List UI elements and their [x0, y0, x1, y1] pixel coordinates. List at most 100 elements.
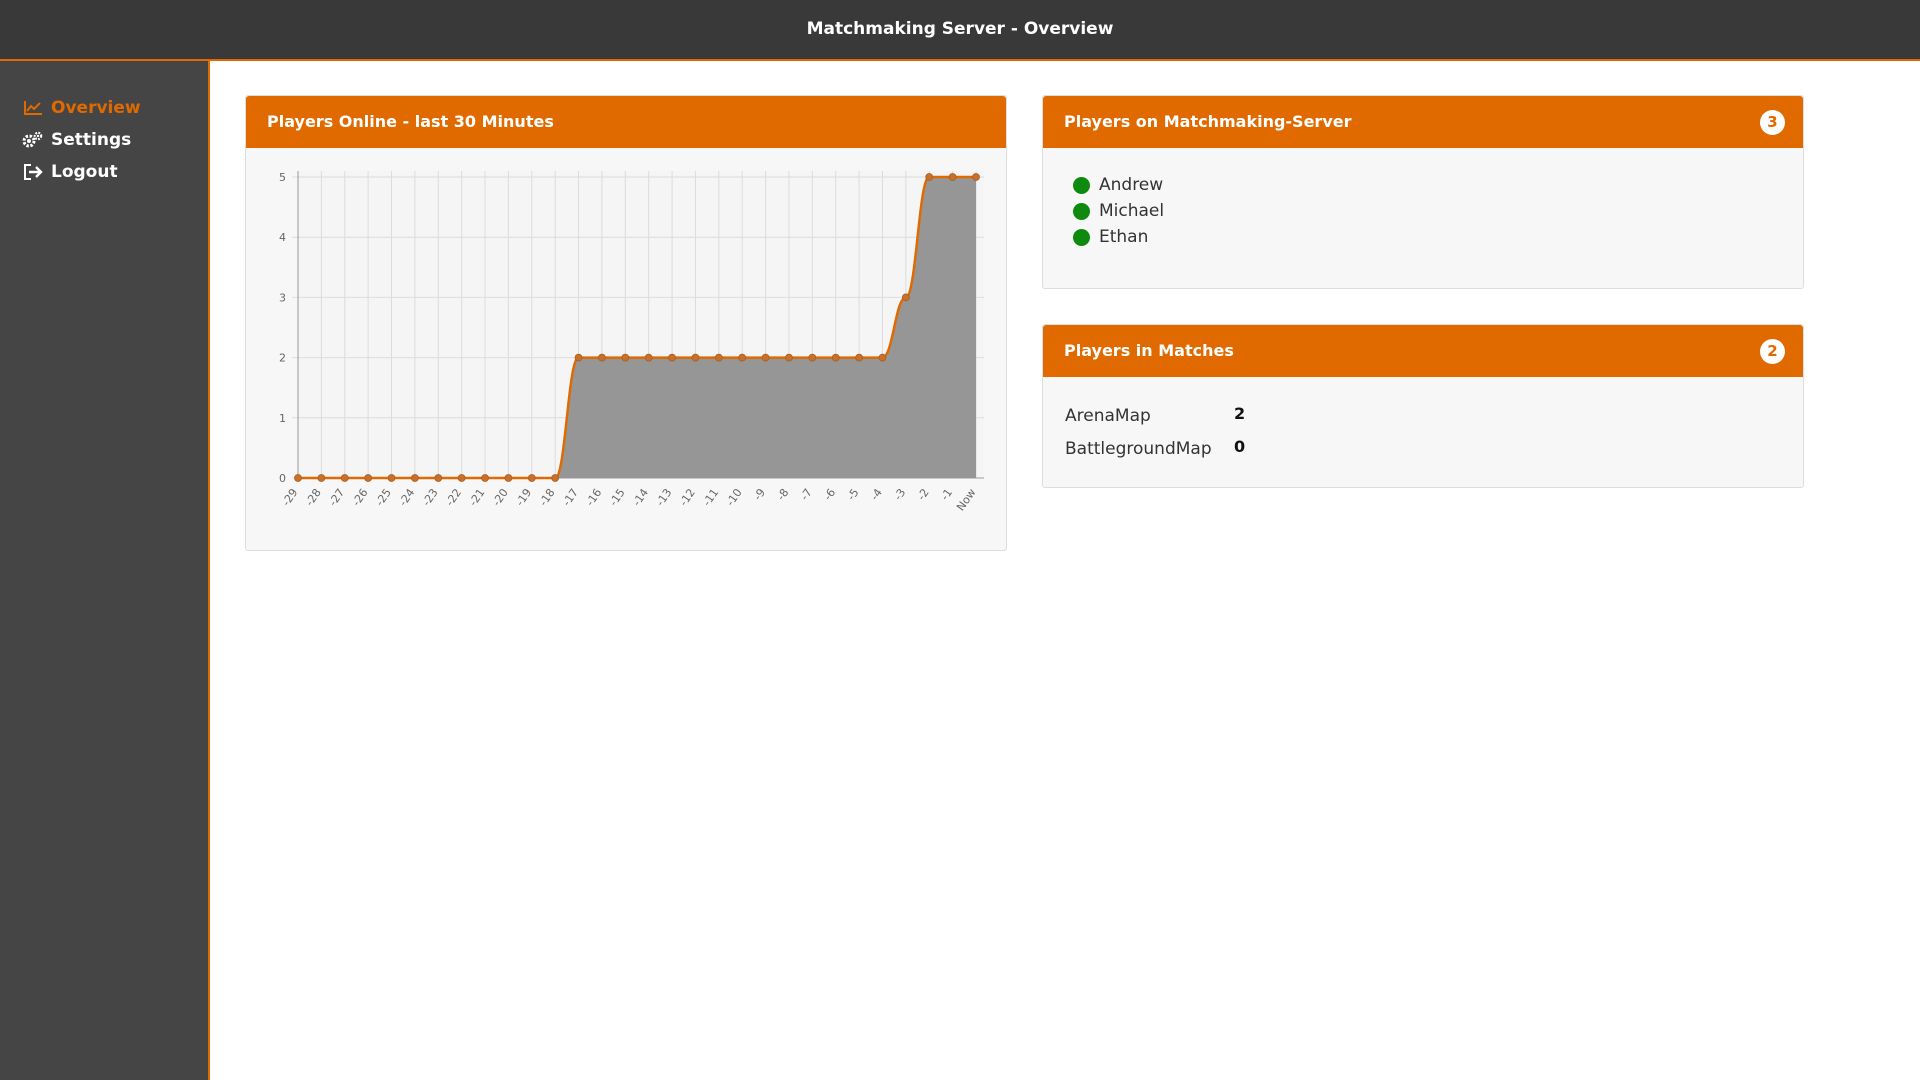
x-tick-label: -10	[724, 486, 745, 508]
online-status-icon	[1073, 202, 1090, 220]
data-point	[527, 474, 536, 482]
x-tick-label: -21	[467, 486, 488, 508]
data-point	[481, 474, 489, 482]
data-point	[387, 474, 396, 482]
data-point	[714, 353, 723, 362]
x-tick-label: -20	[490, 486, 511, 508]
x-tick-label: -14	[630, 486, 651, 508]
sidebar-item-logout[interactable]: Logout	[22, 159, 118, 185]
data-point	[691, 353, 700, 362]
y-tick-label: 0	[279, 472, 286, 485]
data-point	[364, 474, 373, 482]
x-tick-label: -4	[868, 486, 885, 502]
player-name: Andrew	[1099, 175, 1164, 195]
players-online-chart: 012345-29 -28 -27 -26 -25 -24 -23 -22 -21 -20 -19-…	[279, 171, 984, 513]
panel-title: Players in Matches	[1064, 341, 1234, 360]
x-tick-label: -23	[420, 486, 441, 508]
data-point	[808, 353, 817, 362]
sidebar-item-label: Logout	[51, 162, 118, 182]
x-tick-label: -22	[443, 486, 464, 508]
panel-title: Players on Matchmaking-Server	[1064, 112, 1352, 131]
data-point	[761, 353, 770, 362]
player-count-badge: 3	[1760, 110, 1785, 135]
player-list-item: Andrew	[1073, 173, 1163, 197]
data-point	[785, 353, 793, 362]
y-tick-label: 4	[279, 231, 286, 244]
x-tick-label: -2	[915, 486, 932, 502]
map-player-count: 2	[1234, 404, 1246, 423]
data-point	[574, 353, 583, 362]
y-tick-label: 2	[279, 352, 286, 365]
player-name: Ethan	[1099, 227, 1149, 247]
player-name: Michael	[1099, 201, 1165, 221]
y-tick-label: 5	[279, 171, 286, 184]
panel-header: Players in Matches 2	[1043, 325, 1803, 377]
x-tick-label: -1	[938, 486, 955, 502]
x-tick-label: -3	[891, 486, 908, 502]
match-count-badge: 2	[1760, 339, 1785, 364]
x-tick-label: -29	[280, 486, 301, 508]
x-tick-label: -26	[350, 486, 371, 508]
online-status-icon	[1073, 228, 1090, 246]
data-point	[457, 474, 466, 482]
panel-title: Players Online - last 30 Minutes	[267, 112, 554, 131]
data-point	[598, 353, 606, 362]
x-tick-label: -25	[373, 486, 394, 508]
y-tick-label: 3	[279, 291, 286, 304]
x-tick-label: Now	[954, 486, 978, 513]
y-tick-label: 1	[279, 412, 286, 425]
x-tick-label: -24	[396, 486, 417, 508]
page-title: Matchmaking Server - Overview	[806, 19, 1114, 39]
x-tick-label: -7	[798, 486, 815, 502]
x-tick-label: -27	[326, 486, 347, 508]
x-tick-label: -16	[583, 486, 604, 508]
player-list-item: Ethan	[1073, 225, 1148, 249]
x-tick-label: -19	[513, 486, 534, 508]
x-tick-label: -11	[700, 486, 721, 508]
data-point	[294, 474, 302, 482]
x-tick-label: -6	[821, 486, 838, 502]
x-tick-label: -5	[845, 486, 862, 502]
data-point	[855, 353, 864, 362]
data-point	[621, 353, 630, 362]
sidebar-item-overview[interactable]: Overview	[22, 95, 141, 121]
data-point	[434, 474, 443, 482]
map-name: BattlegroundMap	[1065, 439, 1212, 459]
matches-panel: Players in Matches 2 ArenaMap 2 Battlegr…	[1042, 324, 1804, 488]
panel-header: Players Online - last 30 Minutes	[246, 96, 1006, 148]
x-tick-label: -17	[560, 486, 581, 508]
player-list-item: Michael	[1073, 199, 1164, 223]
x-tick-label: -13	[654, 486, 675, 508]
sidebar-item-label: Settings	[51, 130, 132, 150]
data-point	[925, 173, 934, 181]
players-online-panel: Players Online - last 30 Minutes 0 1 2 3 4 5 -…	[245, 95, 1007, 551]
x-tick-label: -12	[677, 486, 698, 508]
map-name: ArenaMap	[1065, 406, 1151, 426]
sidebar-item-settings[interactable]: Settings	[22, 127, 131, 153]
data-point	[644, 353, 653, 362]
data-point	[410, 474, 419, 482]
data-point	[901, 293, 910, 302]
sidebar: Overview Settings Logout	[0, 61, 210, 1080]
x-tick-label: -18	[537, 486, 558, 508]
panel-header: Players on Matchmaking-Server 3	[1043, 96, 1803, 148]
x-tick-label: -28	[303, 486, 324, 508]
data-point	[340, 474, 349, 482]
data-point	[738, 353, 747, 362]
sign-out-icon	[22, 162, 43, 182]
x-tick-label: -9	[751, 486, 768, 502]
data-point	[972, 173, 980, 181]
line-chart-icon	[22, 98, 43, 118]
data-point	[831, 353, 840, 362]
data-point	[317, 474, 326, 482]
data-point	[668, 353, 676, 362]
x-tick-label: -15	[607, 486, 628, 508]
top-bar: Matchmaking Server - Overview	[0, 0, 1920, 61]
data-point	[948, 173, 957, 181]
data-point	[551, 474, 560, 482]
data-point	[504, 474, 513, 482]
data-point	[878, 353, 887, 362]
map-player-count: 0	[1234, 437, 1246, 456]
online-status-icon	[1073, 176, 1090, 194]
x-tick-label: -8	[774, 486, 791, 502]
